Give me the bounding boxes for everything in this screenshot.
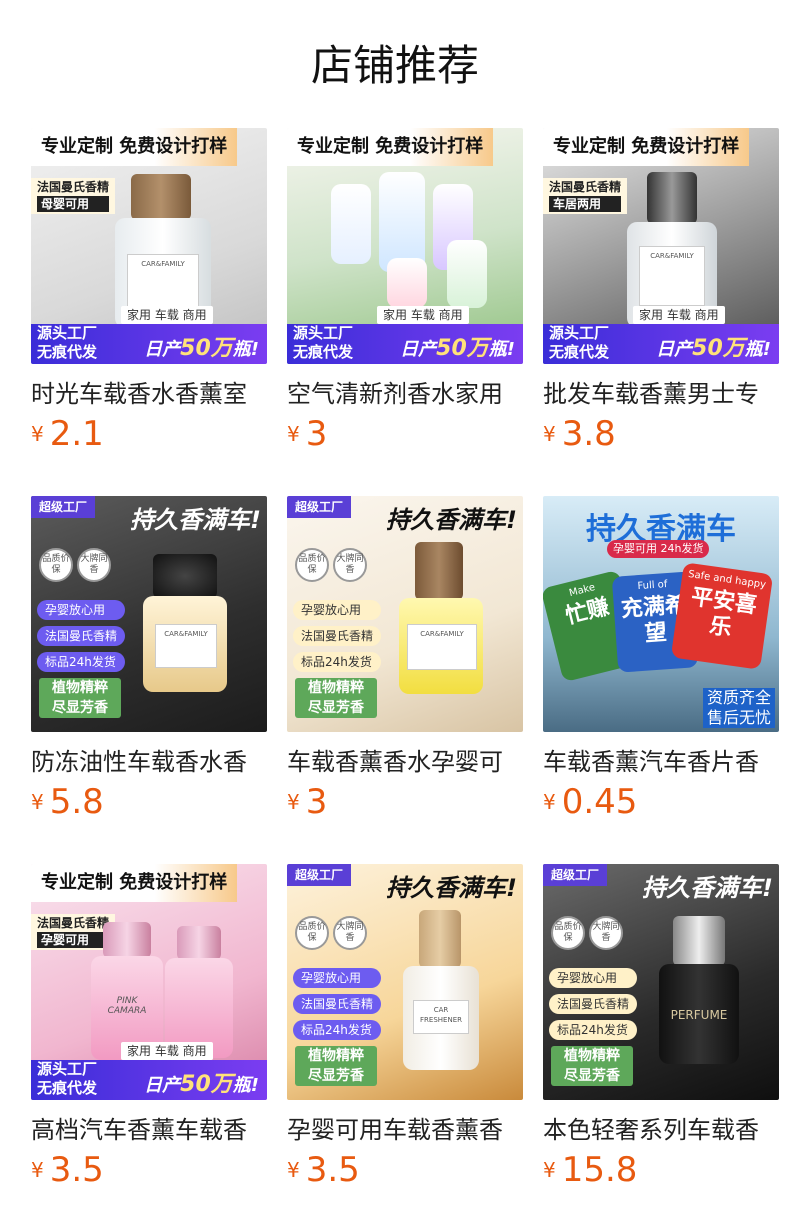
product-price: ¥0.45 — [543, 782, 638, 822]
super-factory-badge: 超级工厂 — [543, 864, 608, 886]
factory-bar: 源头工厂 无痕代发 家用 车载 商用 日产50万瓶! — [31, 306, 267, 364]
green-box: 植物精粹 尽显芳香 — [295, 1046, 377, 1086]
product-name[interactable]: 空气清新剂香水家用 — [287, 374, 523, 414]
side-label: 法国曼氏香精 母婴可用 — [31, 178, 116, 214]
super-factory-badge: 超级工厂 — [287, 496, 352, 518]
product-price: ¥2.1 — [31, 414, 104, 454]
bottle-label: CAR&FAMILY — [155, 624, 217, 668]
green-box: 植物精粹 尽显芳香 — [39, 678, 121, 718]
promo-banner: 专业定制 免费设计打样 — [31, 128, 238, 166]
bottle-label: CAR FRESHENER — [413, 1000, 469, 1034]
product-image[interactable]: 超级工厂 持久香满车! 品质价保大牌同香 孕婴放心用 法国曼氏香精 标品24h发… — [287, 496, 523, 732]
product-image[interactable]: 专业定制 免费设计打样 法国曼氏香精 母婴可用 CAR&FAMILY 源头工厂无… — [31, 128, 267, 364]
green-box: 植物精粹 尽显芳香 — [551, 1046, 633, 1086]
product-name[interactable]: 高档汽车香薰车载香 — [31, 1110, 267, 1150]
product-name[interactable]: 时光车载香水香薰室 — [31, 374, 267, 414]
badges: 品质价保大牌同香 — [295, 548, 371, 582]
product-price: ¥3.5 — [31, 1150, 104, 1190]
product-price: ¥3.5 — [287, 1150, 360, 1190]
scent-card: Safe and happy 平安喜乐 — [670, 562, 774, 670]
page-title: 店铺推荐 — [310, 41, 479, 90]
badges: 品质价保大牌同香 — [295, 916, 371, 950]
product-price: ¥15.8 — [543, 1150, 638, 1190]
product-name[interactable]: 本色轻奢系列车载香 — [543, 1110, 779, 1150]
product-name[interactable]: 车载香薰汽车香片香 — [543, 742, 779, 782]
bottle-label: PERFUME — [670, 1008, 728, 1022]
headline: 持久香满车! — [642, 874, 773, 902]
product-image[interactable]: 超级工厂 持久香满车! 品质价保大牌同香 孕婴放心用 法国曼氏香精 标品24h发… — [543, 864, 779, 1100]
service-promise: 资质齐全 售后无忧 — [702, 688, 775, 728]
feature-list: 孕婴放心用 法国曼氏香精 标品24h发货 — [549, 968, 638, 1046]
product-image[interactable]: 专业定制 免费设计打样 源头工厂 无痕代发 家用 车载 商用 日产50万瓶! — [287, 128, 523, 364]
bottle-label: CAR&FAMILY — [639, 246, 705, 306]
product-price: ¥5.8 — [31, 782, 104, 822]
product-name[interactable]: 孕婴可用车载香薰香 — [287, 1110, 523, 1150]
bottle-label: CAR&FAMILY — [127, 254, 199, 308]
feature-list: 孕婴放心用 法国曼氏香精 标品24h发货 — [37, 600, 126, 678]
product-image[interactable]: 专业定制 免费设计打样 法国曼氏香精 孕婴可用 PINK CAMARA 源头工厂… — [31, 864, 267, 1100]
headline: 持久香满车! — [130, 506, 261, 534]
product-price: ¥3.8 — [543, 414, 616, 454]
factory-bar: 源头工厂 无痕代发 家用 车载 商用 日产50万瓶! — [287, 306, 523, 364]
badges: 品质价保大牌同香 — [39, 548, 115, 582]
side-label: 法国曼氏香精 车居两用 — [543, 178, 628, 214]
product-image[interactable]: 持久香满车 孕婴可用 24h发货 Make 忙赚 Full of 充满希望 Sa… — [543, 496, 779, 732]
feature-list: 孕婴放心用 法国曼氏香精 标品24h发货 — [293, 968, 382, 1046]
product-price: ¥3 — [287, 414, 328, 454]
promo-banner: 专业定制 免费设计打样 — [287, 128, 494, 166]
promo-banner: 专业定制 免费设计打样 — [31, 864, 238, 902]
factory-bar: 源头工厂 无痕代发 家用 车载 商用 日产50万瓶! — [31, 1042, 267, 1100]
factory-bar: 源头工厂 无痕代发 家用 车载 商用 日产50万瓶! — [543, 306, 779, 364]
product-name[interactable]: 批发车载香薰男士专 — [543, 374, 779, 414]
badges: 品质价保大牌同香 — [551, 916, 627, 950]
green-box: 植物精粹 尽显芳香 — [295, 678, 377, 718]
product-price: ¥3 — [287, 782, 328, 822]
super-factory-badge: 超级工厂 — [287, 864, 352, 886]
feature-list: 孕婴放心用 法国曼氏香精 标品24h发货 — [293, 600, 382, 678]
product-name[interactable]: 防冻油性车载香水香 — [31, 742, 267, 782]
bottle-label: CAR&FAMILY — [407, 624, 477, 670]
headline: 持久香满车! — [386, 874, 517, 902]
product-name[interactable]: 车载香薰香水孕婴可 — [287, 742, 523, 782]
promo-banner: 专业定制 免费设计打样 — [543, 128, 750, 166]
bottle-label: PINK CAMARA — [107, 996, 147, 1016]
headline: 持久香满车! — [386, 506, 517, 534]
product-image[interactable]: 超级工厂 持久香满车! 品质价保大牌同香 孕婴放心用 法国曼氏香精 标品24h发… — [287, 864, 523, 1100]
feature-pill: 孕婴可用 24h发货 — [607, 540, 710, 558]
product-image[interactable]: 专业定制 免费设计打样 法国曼氏香精 车居两用 CAR&FAMILY 源头工厂无… — [543, 128, 779, 364]
product-image[interactable]: 超级工厂 持久香满车! 品质价保大牌同香 孕婴放心用 法国曼氏香精 标品24h发… — [31, 496, 267, 732]
super-factory-badge: 超级工厂 — [31, 496, 96, 518]
